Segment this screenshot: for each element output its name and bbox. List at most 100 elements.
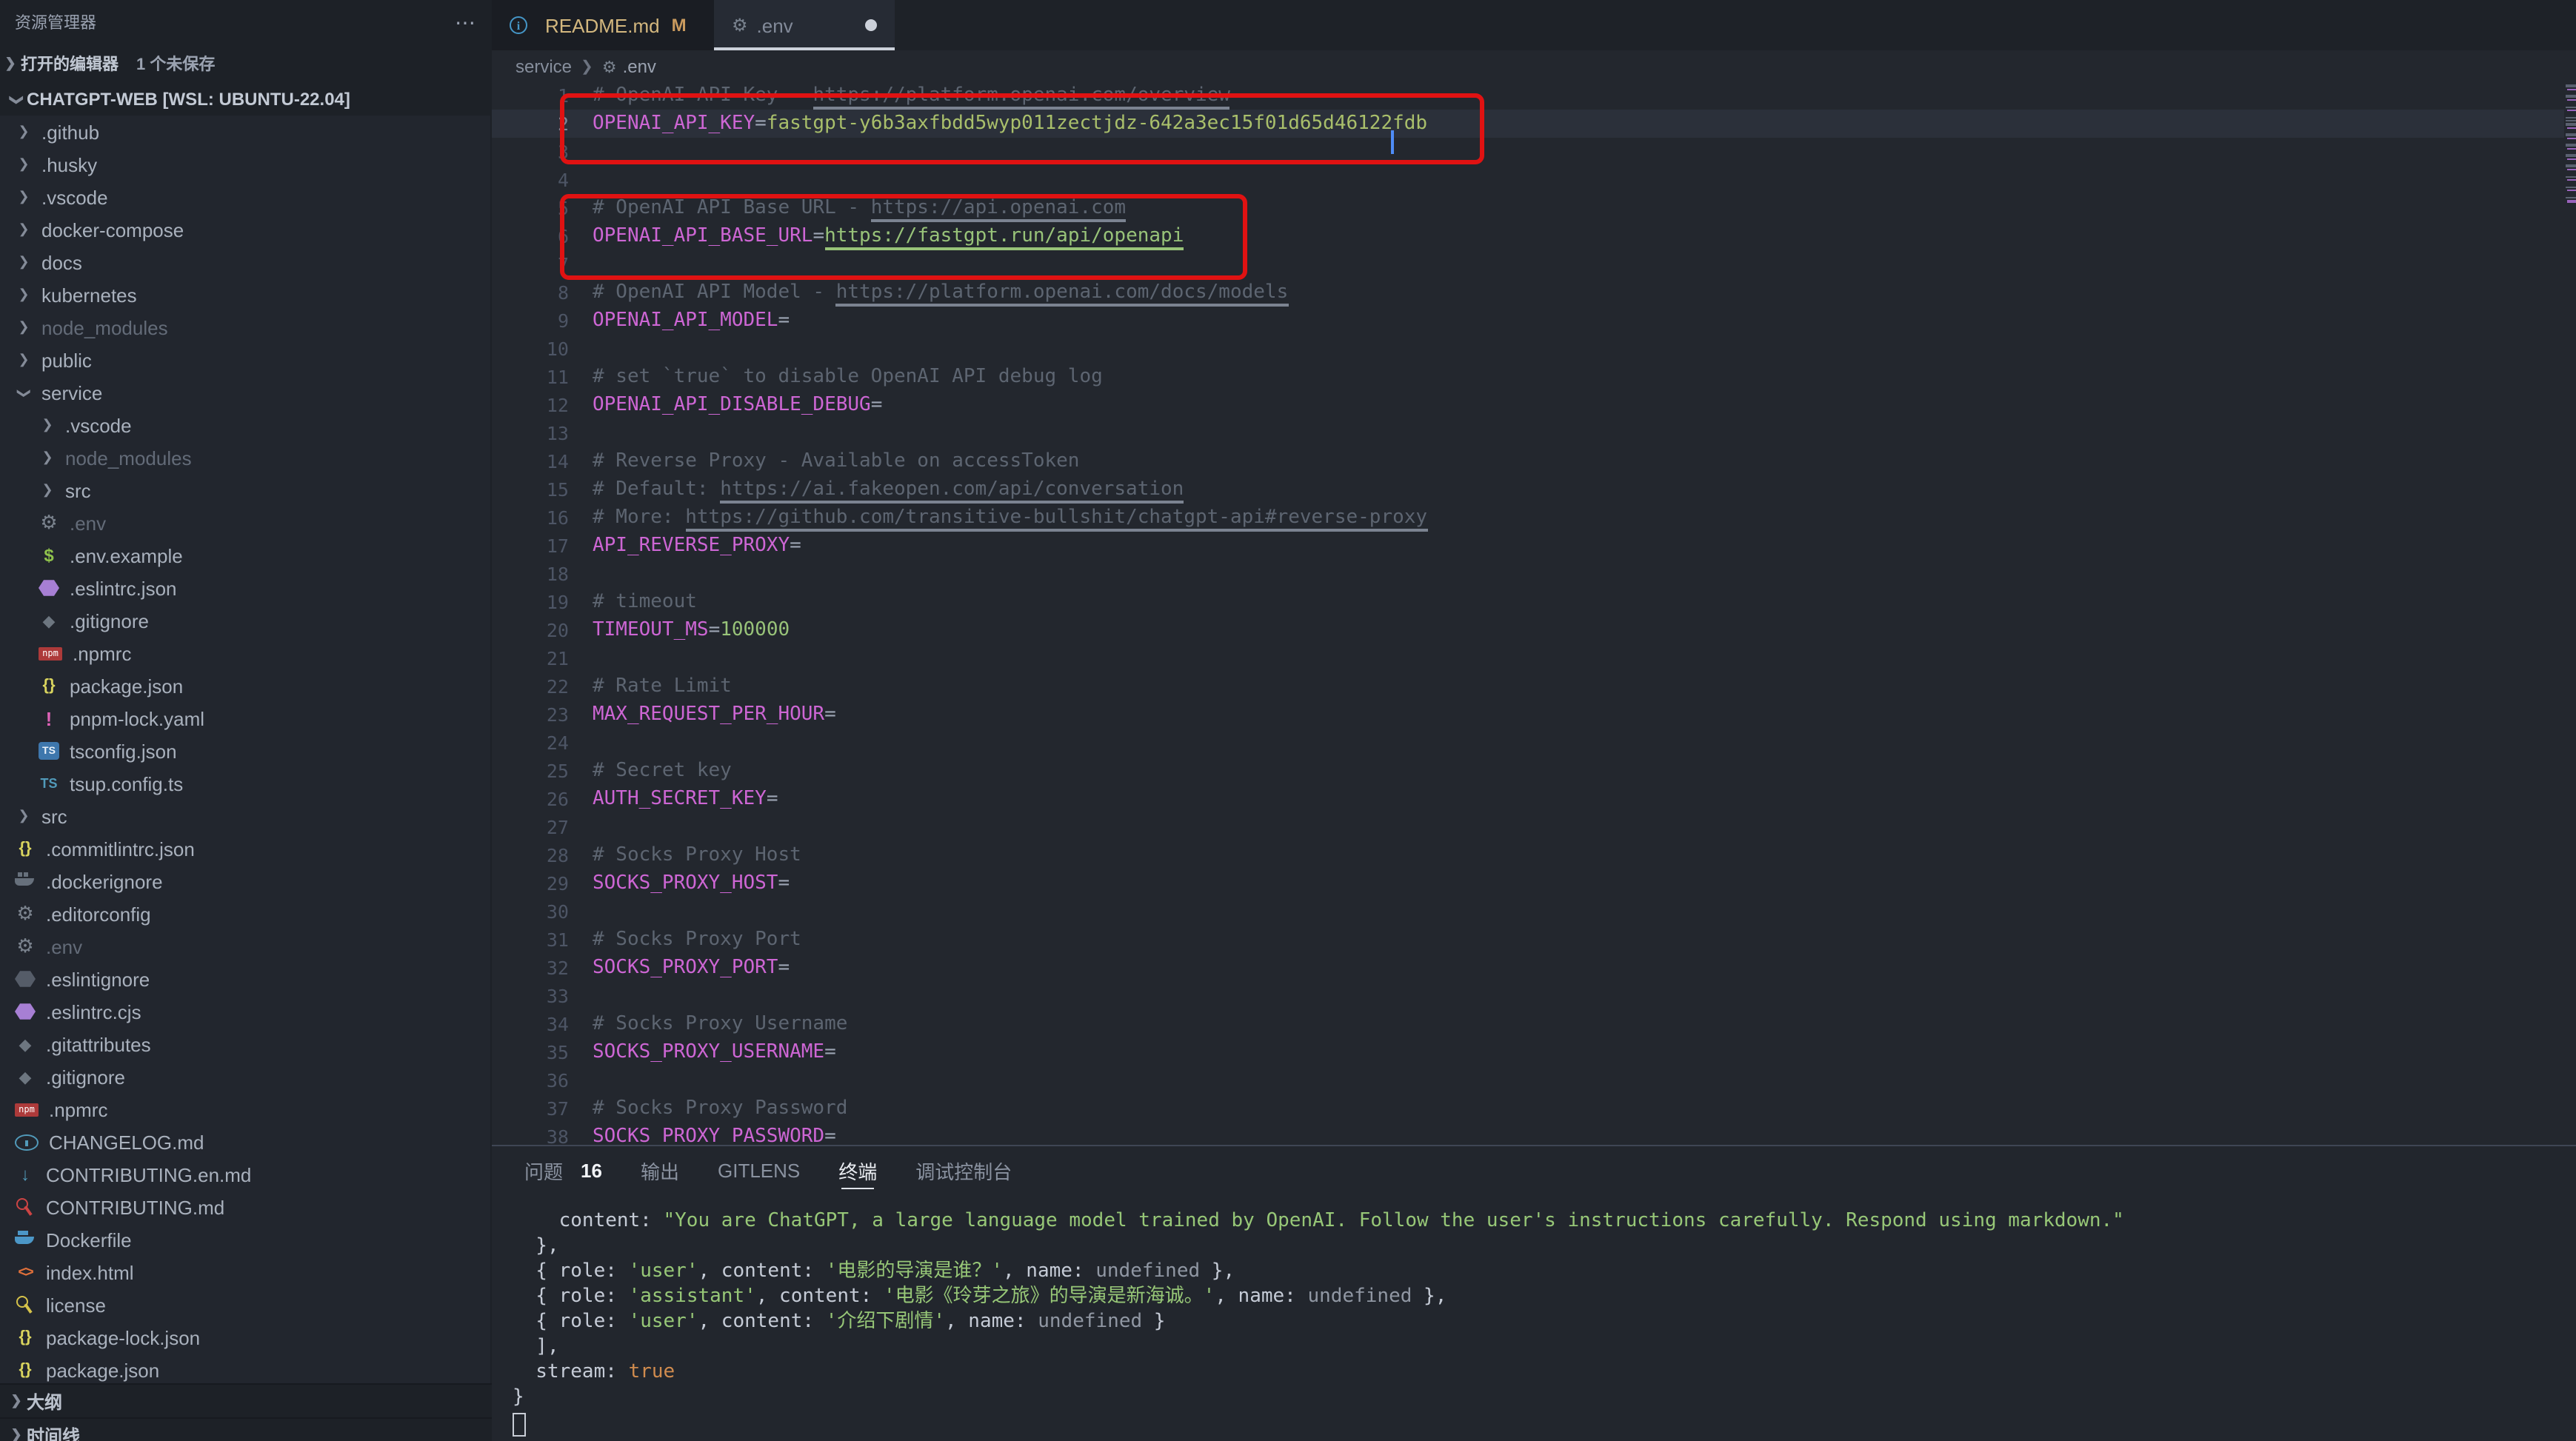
minimap[interactable] [2564,50,2576,1145]
tree-file-package-lock.json[interactable]: package-lock.json [0,1321,490,1354]
tree-folder-node_modules[interactable]: ❯node_modules [0,441,490,474]
more-actions-icon[interactable]: ⋯ [455,10,477,35]
minimap-line [2567,179,2576,181]
chevron-right-icon: ❯ [39,481,56,498]
breadcrumb[interactable]: service ❯ ⚙ .env [492,50,2576,83]
code-line[interactable]: # timeout [593,588,697,616]
code-line[interactable]: # Reverse Proxy - Available on accessTok… [593,447,1079,475]
tree-file-CONTRIBUTING.md[interactable]: CONTRIBUTING.md [0,1191,490,1223]
code-line[interactable]: SOCKS_PROXY_USERNAME= [593,1038,836,1066]
line-number: 21 [492,644,569,672]
tree-file-.eslintrc.cjs[interactable]: .eslintrc.cjs [0,995,490,1028]
code-line[interactable]: # Socks Proxy Port [593,926,801,954]
code-line[interactable]: # Socks Proxy Host [593,841,801,869]
unsaved-dot-icon[interactable] [865,19,877,31]
tree-file-CHANGELOG.md[interactable]: CHANGELOG.md [0,1126,490,1158]
tree-folder-src[interactable]: ❯src [0,474,490,506]
breadcrumb-file[interactable]: .env [623,56,656,77]
tree-folder-.husky[interactable]: ❯.husky [0,148,490,181]
code-line[interactable]: # Default: https://ai.fakeopen.com/api/c… [593,475,1184,504]
tree-file-.gitignore[interactable]: .gitignore [0,604,490,637]
code-line[interactable]: # set `true` to disable OpenAI API debug… [593,363,1103,391]
tree-folder-node_modules[interactable]: ❯node_modules [0,311,490,344]
tab-env[interactable]: ⚙ .env [714,0,895,50]
tree-folder-docs[interactable]: ❯docs [0,246,490,278]
chevron-right-icon: ❯ [15,318,33,335]
code-line[interactable]: AUTH_SECRET_KEY= [593,785,778,813]
line-number: 33 [492,982,569,1010]
code-line[interactable]: MAX_REQUEST_PER_HOUR= [593,701,836,729]
tree-folder-docker-compose[interactable]: ❯docker-compose [0,213,490,246]
gear-icon: ⚙ [602,57,617,76]
timeline-section[interactable]: ❯ 时间线 [0,1417,492,1441]
code-line[interactable]: # More: https://github.com/transitive-bu… [593,504,1427,532]
outline-section[interactable]: ❯ 大纲 [0,1383,492,1417]
tree-file-package.json[interactable]: package.json [0,669,490,702]
tree-file-.gitattributes[interactable]: .gitattributes [0,1028,490,1060]
panel-tab-terminal[interactable]: 终端 [838,1146,877,1194]
code-line[interactable]: SOCKS_PROXY_HOST= [593,869,790,897]
code-editor[interactable]: 1234567891011121314151617181920212223242… [492,0,2576,1145]
code-segment: https://ai.fakeopen.com/api/conversation [720,478,1184,504]
tree-file-license[interactable]: license [0,1288,490,1321]
tree-file-.env[interactable]: .env [0,506,490,539]
tree-folder-kubernetes[interactable]: ❯kubernetes [0,278,490,311]
code-line[interactable]: # OpenAI API Model - https://platform.op… [593,278,1288,307]
tree-folder-.vscode[interactable]: ❯.vscode [0,181,490,213]
panel-tab-gitlens[interactable]: GITLENS [718,1146,800,1194]
code-line[interactable]: # Socks Proxy Password [593,1094,847,1123]
tree-folder-.vscode[interactable]: ❯.vscode [0,409,490,441]
file-tree: ❯.github❯.husky❯.vscode❯docker-compose❯d… [0,116,490,1386]
tree-file-Dockerfile[interactable]: Dockerfile [0,1223,490,1256]
tree-file-.npmrc[interactable]: .npmrc [0,637,490,669]
tree-file-index.html[interactable]: index.html [0,1256,490,1288]
tree-file-.gitignore[interactable]: .gitignore [0,1060,490,1093]
minimap-line [2566,196,2576,198]
breadcrumb-folder[interactable]: service [515,56,572,77]
panel-tab-output[interactable]: 输出 [641,1146,679,1194]
code-line[interactable]: # Rate Limit [593,672,732,701]
code-line[interactable]: OPENAI_API_DISABLE_DEBUG= [593,391,882,419]
tree-folder-.github[interactable]: ❯.github [0,116,490,148]
open-editors-section[interactable]: ❯ 打开的编辑器 1 个未保存 [0,44,492,83]
workspace-root-item[interactable]: ❯ CHATGPT-WEB [WSL: UBUNTU-22.04] [0,83,490,116]
code-segment: # Socks Proxy Username [593,1013,847,1035]
tree-file-.env.example[interactable]: .env.example [0,539,490,572]
line-number: 7 [492,250,569,278]
tree-file-pnpm-lock.yaml[interactable]: pnpm-lock.yaml [0,702,490,735]
tree-file-.eslintrc.json[interactable]: .eslintrc.json [0,572,490,604]
code-line[interactable]: TIMEOUT_MS=100000 [593,616,790,644]
tab-readme[interactable]: README.md M [492,0,714,50]
code-line[interactable]: SOCKS_PROXY_PORT= [593,954,790,982]
problems-count-badge: 16 [581,1159,602,1181]
line-number: 36 [492,1066,569,1094]
tree-file-CONTRIBUTING.en.md[interactable]: CONTRIBUTING.en.md [0,1158,490,1191]
code-line[interactable]: OPENAI_API_MODEL= [593,307,790,335]
tree-folder-service[interactable]: ❯service [0,376,490,409]
terminal-output[interactable]: content: "You are ChatGPT, a large langu… [492,1194,2576,1437]
panel-tab-debug-console[interactable]: 调试控制台 [915,1146,1012,1194]
gear-icon: ⚙ [732,15,748,36]
tree-file-tsconfig.json[interactable]: tsconfig.json [0,735,490,767]
code-line[interactable]: # Socks Proxy Username [593,1010,847,1038]
pnpm-icon [39,708,59,729]
eslint-icon [39,579,59,597]
tree-file-.commitlintrc.json[interactable]: .commitlintrc.json [0,832,490,865]
tree-file-package.json[interactable]: package.json [0,1354,490,1386]
braces-icon [15,838,36,859]
line-number: 15 [492,475,569,504]
tree-folder-src[interactable]: ❯src [0,800,490,832]
tree-file-.npmrc[interactable]: .npmrc [0,1093,490,1126]
vscode-window: 资源管理器 ⋯ ❯ 打开的编辑器 1 个未保存 ❯ CHATGPT-WEB [W… [0,0,2576,1441]
code-line[interactable]: # Secret key [593,757,732,785]
panel-tab-problems[interactable]: 问题 16 [524,1146,602,1194]
code-line[interactable]: SOCKS_PROXY_PASSWORD= [593,1123,836,1145]
tree-file-tsup.config.ts[interactable]: tsup.config.ts [0,767,490,800]
tree-file-.dockerignore[interactable]: .dockerignore [0,865,490,897]
tree-file-.env[interactable]: .env [0,930,490,963]
tree-file-.editorconfig[interactable]: .editorconfig [0,897,490,930]
tree-file-.eslintignore[interactable]: .eslintignore [0,963,490,995]
code-line[interactable]: API_REVERSE_PROXY= [593,532,801,560]
tree-folder-public[interactable]: ❯public [0,344,490,376]
line-number: 11 [492,363,569,391]
